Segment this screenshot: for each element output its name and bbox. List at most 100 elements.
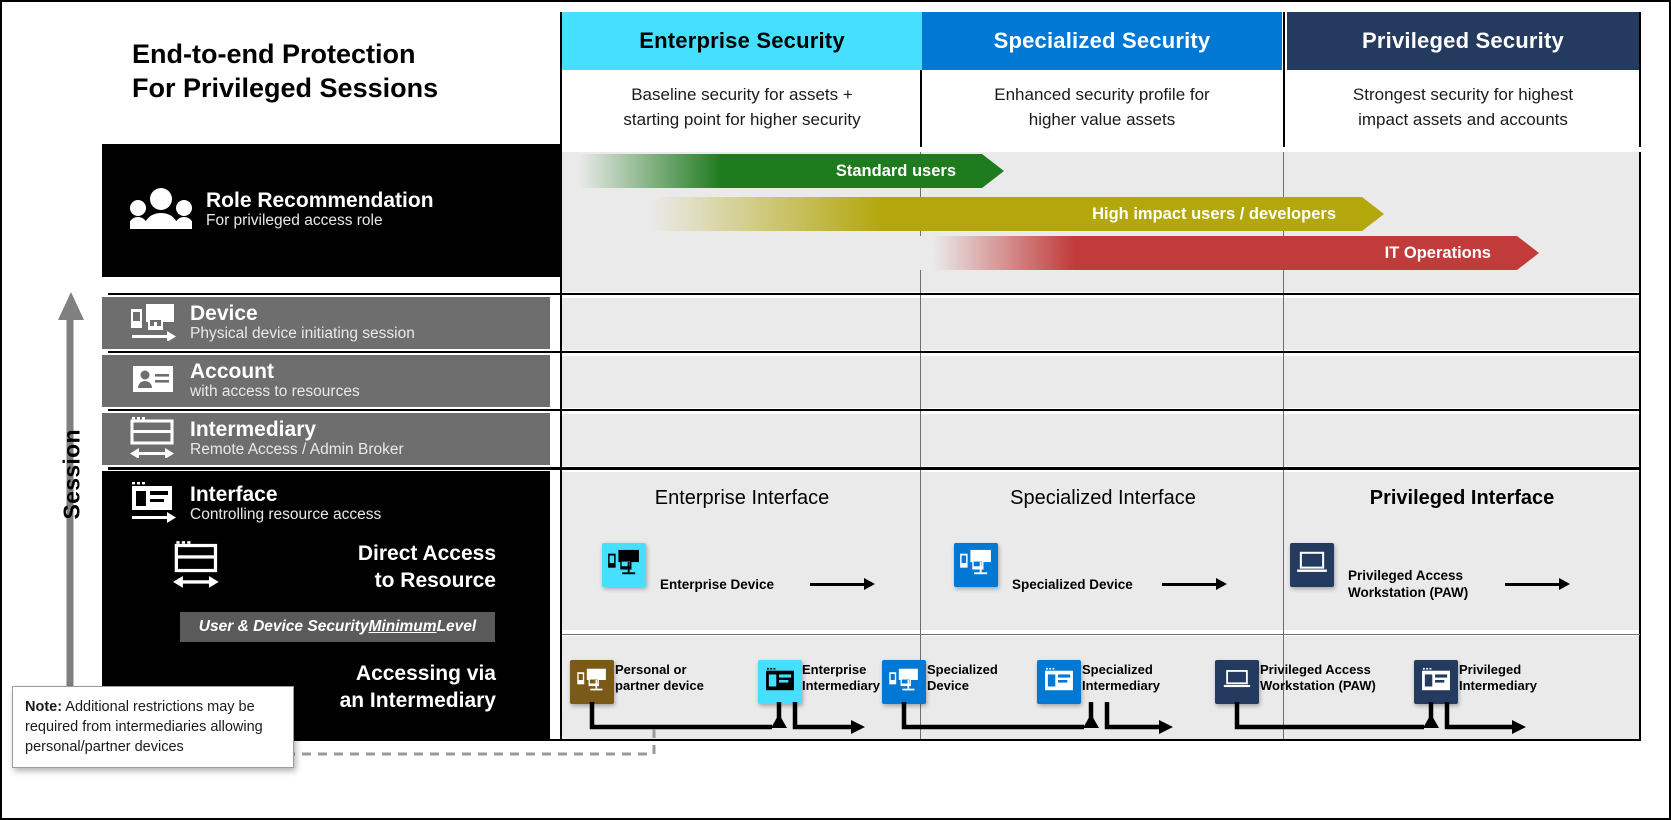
row-subtitle-device: Physical device initiating session	[190, 325, 415, 343]
note-bold-prefix: Note:	[25, 699, 63, 715]
row-label-device: Device Physical device initiating sessio…	[108, 298, 548, 348]
tile-enterprise-device	[602, 543, 646, 587]
interface-title-enterprise: Enterprise Interface	[654, 487, 830, 509]
tile-specialized-device	[954, 543, 998, 587]
interface-title-specialized: Specialized Interface	[1010, 487, 1196, 509]
row-subtitle-role: For privileged access role	[206, 212, 383, 230]
label-privileged-access-workstation-bottom: Privileged Access Workstation (PAW)	[1260, 662, 1376, 693]
header-separator	[1283, 12, 1285, 147]
column-desc-specialized: Enhanced security profile for higher val…	[922, 70, 1282, 132]
header-separator	[1639, 12, 1641, 147]
row-label-intermediary: Intermediary Remote Access / Admin Broke…	[108, 414, 548, 464]
id-card-icon	[130, 361, 176, 402]
role-arrow-it-operations: IT Operations	[902, 236, 1539, 270]
label-privileged-intermediary: Privileged Intermediary	[1459, 662, 1537, 693]
row-label-text: Role Recommendation For privileged acces…	[206, 189, 434, 231]
row-rule	[108, 409, 1641, 411]
minimum-level-suffix: Level	[436, 618, 477, 635]
tile-privileged-access-workstation	[1290, 543, 1334, 587]
row-title-account: Account	[190, 359, 274, 383]
device-label-line2: Device	[927, 677, 969, 693]
column-header-privileged: Privileged Security Strongest security f…	[1287, 12, 1639, 132]
direct-access-heading: Direct Access to Resource	[252, 540, 496, 595]
column-header-specialized: Specialized Security Enhanced security p…	[922, 12, 1282, 132]
arrow-enterprise-flow	[810, 578, 875, 590]
intermediary-label-line2: Intermediary	[802, 677, 881, 693]
window-icon	[765, 667, 795, 698]
tile-personal-partner-device	[570, 660, 614, 704]
row-title-role: Role Recommendation	[206, 188, 434, 212]
row-subtitle-account: with access to resources	[190, 383, 360, 401]
label-specialized-intermediary: Specialized Intermediary	[1082, 662, 1160, 693]
row-title-device: Device	[190, 301, 258, 325]
row-title-interface: Interface	[190, 482, 278, 506]
window-arrow-icon	[130, 481, 176, 528]
diagram-canvas: End-to-end Protection For Privileged Ses…	[0, 0, 1671, 820]
label-enterprise-device: Enterprise Device	[660, 577, 775, 592]
intermediary-label-line1: Privileged	[1459, 662, 1522, 677]
page-title: End-to-end Protection For Privileged Ses…	[132, 38, 512, 106]
intermediary-label-line1: Enterprise	[802, 662, 867, 677]
label-privileged-access-workstation: Privileged Access Workstation (PAW)	[1348, 568, 1468, 602]
minimum-level-badge: User & Device Security Minimum Level	[180, 612, 495, 642]
row-rule	[108, 467, 1641, 470]
row-label-text: Account with access to resources	[190, 360, 360, 402]
connector-specialized	[901, 702, 1173, 734]
intermediary-label-line1: Specialized	[1082, 662, 1153, 677]
connector-privileged	[1234, 702, 1526, 734]
tile-enterprise-intermediary	[758, 660, 802, 704]
tile-specialized-device-bottom	[882, 660, 926, 704]
direct-access-icon-wrap	[172, 540, 222, 593]
intermediary-label-line2: Intermediary	[1459, 677, 1538, 693]
device-icon	[608, 549, 640, 582]
device-arrow-icon	[130, 301, 176, 346]
direct-access-heading-line2: to Resource	[374, 569, 496, 593]
paw-label-line2: Workstation (PAW)	[1348, 584, 1469, 600]
column-desc-line1: Baseline security for assets +	[631, 85, 853, 104]
row-bg-intermediary	[562, 414, 1641, 466]
row-subtitle-intermediary: Remote Access / Admin Broker	[190, 441, 404, 459]
row-label-account: Account with access to resources	[108, 356, 548, 406]
role-arrow-label: IT Operations	[1384, 243, 1491, 262]
device-label-line2: partner device	[615, 677, 704, 693]
device-icon	[889, 667, 919, 698]
column-desc-line2: impact assets and accounts	[1358, 109, 1568, 129]
note-box: Note: Additional restrictions may be req…	[12, 686, 294, 768]
note-dashed-connector	[286, 726, 656, 756]
tile-privileged-intermediary	[1414, 660, 1458, 704]
row-rule	[562, 634, 1640, 635]
row-label-interface: Interface Controlling resource access	[108, 476, 548, 532]
window-icon	[1044, 667, 1074, 698]
column-desc-enterprise: Baseline security for assets + starting …	[562, 70, 922, 132]
device-icon	[577, 667, 607, 698]
column-desc-line1: Enhanced security profile for	[994, 85, 1210, 104]
page-title-line2: For Privileged Sessions	[132, 72, 439, 103]
device-icon	[960, 549, 992, 582]
label-specialized-device: Specialized Device	[1012, 577, 1133, 592]
arrow-privileged-flow	[1505, 578, 1570, 590]
column-desc-line1: Strongest security for highest	[1352, 85, 1574, 104]
window-icon	[1421, 667, 1451, 698]
session-axis: Session	[50, 290, 94, 742]
row-label-role: Role Recommendation For privileged acces…	[108, 174, 548, 246]
column-title-specialized: Specialized Security	[922, 12, 1282, 70]
row-label-text: Interface Controlling resource access	[190, 483, 381, 525]
device-label-line1: Privileged Access	[1260, 662, 1371, 677]
laptop-icon	[1223, 668, 1251, 697]
device-label-line2: Workstation (PAW)	[1260, 677, 1376, 693]
row-bg-account	[562, 356, 1641, 408]
column-desc-line2: starting point for higher security	[623, 109, 861, 129]
device-label-line1: Specialized	[927, 662, 998, 677]
column-header-enterprise: Enterprise Security Baseline security fo…	[562, 12, 922, 132]
row-subtitle-interface: Controlling resource access	[190, 506, 382, 524]
row-label-text: Device Physical device initiating sessio…	[190, 302, 415, 344]
column-title-privileged: Privileged Security	[1287, 12, 1639, 70]
role-arrow-high-impact: High impact users / developers	[562, 197, 1384, 231]
row-bg-device	[562, 298, 1641, 350]
label-specialized-device-bottom: Specialized Device	[927, 662, 998, 693]
minimum-level-prefix: User & Device Security	[198, 618, 369, 635]
session-axis-label: Session	[58, 429, 85, 520]
grid-line	[1639, 152, 1641, 740]
row-title-intermediary: Intermediary	[190, 417, 317, 441]
via-intermediary-heading-line1: Accessing via	[355, 662, 496, 685]
